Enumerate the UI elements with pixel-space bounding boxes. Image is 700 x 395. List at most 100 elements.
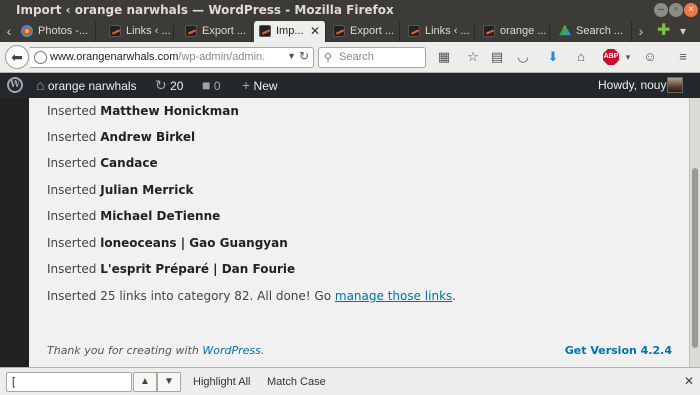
find-bar: [ ▲ ▼ Highlight All Match Case ✕ xyxy=(0,367,700,395)
site-name: orange narwhals xyxy=(47,79,137,93)
hamburger-menu-icon[interactable]: ≡ xyxy=(675,49,691,65)
tab-label: Export ... xyxy=(350,25,395,37)
pocket-icon[interactable]: ◡ xyxy=(515,49,531,65)
log-entry: Inserted Andrew Birkel xyxy=(47,130,196,144)
wordpress-link[interactable]: WordPress xyxy=(202,344,261,357)
downloads-icon[interactable]: ⬇ xyxy=(545,49,561,65)
tab-links[interactable]: Links ‹ ... xyxy=(104,21,174,42)
comments-count: 0 xyxy=(213,79,221,93)
bookmarks-grid-icon[interactable]: ▦ xyxy=(436,49,452,65)
new-content-link[interactable]: + New xyxy=(242,73,278,98)
drive-icon xyxy=(559,25,571,36)
entry-name: Andrew Birkel xyxy=(100,130,196,144)
reload-icon[interactable]: ↻ xyxy=(299,49,309,63)
plus-icon: + xyxy=(242,77,251,93)
url-text[interactable]: www.orangenarwhals.com/wp-admin/admin.ph… xyxy=(50,51,265,63)
tab-import-active[interactable]: Imp... ✕ xyxy=(254,21,326,42)
log-entry: Inserted Michael DeTienne xyxy=(47,209,221,223)
comments-link[interactable]: ■ 0 xyxy=(202,73,221,98)
tab-label: Links ‹ ... xyxy=(126,25,171,37)
window-titlebar: Import ‹ orange narwhals — WordPress - M… xyxy=(0,0,700,20)
navigation-toolbar: ⬅ www.orangenarwhals.com/wp-admin/admin.… xyxy=(0,42,700,73)
home-icon: ⌂ xyxy=(36,77,45,93)
wordpress-icon xyxy=(333,25,345,37)
log-entry: Inserted Matthew Honickman xyxy=(47,104,239,118)
search-bar[interactable]: ⚲ Search xyxy=(318,47,426,68)
entry-name: Matthew Honickman xyxy=(100,104,239,118)
maximize-button[interactable]: ▫ xyxy=(669,3,683,17)
tab-export-2[interactable]: Export ... xyxy=(328,21,400,42)
find-previous-button[interactable]: ▲ xyxy=(133,372,157,392)
comment-icon: ■ xyxy=(202,77,211,93)
chevron-up-icon: ▲ xyxy=(140,376,150,387)
admin-sidebar xyxy=(0,98,29,367)
scrollbar-thumb[interactable] xyxy=(692,168,698,348)
updates-link[interactable]: ↻ 20 xyxy=(155,73,183,98)
tab-export[interactable]: Export ... xyxy=(180,21,252,42)
find-input[interactable]: [ xyxy=(6,372,132,392)
find-next-button[interactable]: ▼ xyxy=(157,372,181,392)
avatar[interactable] xyxy=(667,77,683,93)
tab-photos[interactable]: Photos -... xyxy=(16,21,96,42)
updates-count: 20 xyxy=(170,79,184,93)
my-account-link[interactable]: Howdy, nouy xyxy=(598,73,666,98)
tab-orange[interactable]: orange ... xyxy=(478,21,550,42)
entry-name: loneoceans | Gao Guangyan xyxy=(100,236,288,250)
scroll-tabs-left-icon[interactable]: ‹ xyxy=(2,22,16,40)
home-icon[interactable]: ⌂ xyxy=(573,49,589,65)
adblock-plus-icon[interactable]: ABP xyxy=(603,49,619,65)
url-path: /wp-admin/admin.php?imp xyxy=(178,51,265,63)
minimize-button[interactable]: – xyxy=(654,3,668,17)
log-entry: Inserted L'esprit Préparé | Dan Fourie xyxy=(47,262,296,276)
tab-list-chevron-icon[interactable]: ▾ xyxy=(680,22,686,40)
highlight-all-toggle[interactable]: Highlight All xyxy=(193,376,250,388)
get-version-link[interactable]: Get Version 4.2.4 xyxy=(565,344,672,357)
chat-icon[interactable]: ☺ xyxy=(642,49,658,65)
tab-links-2[interactable]: Links ‹ ... xyxy=(403,21,475,42)
wordpress-icon xyxy=(109,25,121,37)
updates-icon: ↻ xyxy=(155,77,167,93)
tab-label: Imp... xyxy=(276,25,304,37)
entry-name: Julian Merrick xyxy=(100,183,194,197)
back-button[interactable]: ⬅ xyxy=(5,45,29,69)
log-entry: Inserted Julian Merrick xyxy=(47,183,194,197)
photos-icon xyxy=(21,25,33,37)
close-window-button[interactable]: × xyxy=(684,3,698,17)
scroll-tabs-right-icon[interactable]: › xyxy=(634,22,648,40)
page-scrollbar[interactable] xyxy=(689,98,700,367)
wordpress-icon xyxy=(483,25,495,37)
greeting: Howdy, nouy xyxy=(598,78,667,92)
match-case-toggle[interactable]: Match Case xyxy=(267,376,326,388)
site-name-link[interactable]: ⌂ orange narwhals xyxy=(36,73,137,98)
url-dropdown-icon[interactable]: ▼ xyxy=(287,51,296,61)
entry-name: L'esprit Préparé | Dan Fourie xyxy=(100,262,296,276)
wordpress-icon xyxy=(185,25,197,37)
bookmark-star-icon[interactable]: ☆ xyxy=(465,49,481,65)
wordpress-logo-icon[interactable]: W xyxy=(7,77,23,93)
reading-list-icon[interactable]: ▤ xyxy=(489,49,505,65)
window-title: Import ‹ orange narwhals — WordPress - M… xyxy=(16,3,394,17)
entry-name: Candace xyxy=(100,156,158,170)
new-label: New xyxy=(253,79,278,93)
tab-label: Photos -... xyxy=(38,25,89,37)
manage-links-link[interactable]: manage those links xyxy=(335,289,452,303)
close-icon[interactable]: ✕ xyxy=(684,374,694,388)
tab-strip: ‹ Photos -... Links ‹ ... Export ... Imp… xyxy=(0,20,700,42)
url-bar[interactable]: www.orangenarwhals.com/wp-admin/admin.ph… xyxy=(30,47,314,68)
import-summary: Inserted 25 links into category 82. All … xyxy=(47,289,457,303)
wordpress-icon xyxy=(259,25,271,37)
search-icon: ⚲ xyxy=(324,52,333,64)
tab-label: orange ... xyxy=(500,25,547,37)
tab-search[interactable]: Search ... xyxy=(554,21,632,42)
close-tab-icon[interactable]: ✕ xyxy=(310,21,320,42)
footer-thanks: Thank you for creating with WordPress. xyxy=(47,344,265,357)
log-entry: Inserted Candace xyxy=(47,156,158,170)
chevron-down-icon: ▼ xyxy=(164,376,174,387)
tab-label: Links ‹ ... xyxy=(425,25,470,37)
new-tab-plus-icon[interactable]: ✚ xyxy=(657,22,670,40)
search-placeholder: Search xyxy=(339,51,374,63)
adblock-dropdown-icon[interactable]: ▾ xyxy=(620,49,636,65)
entry-name: Michael DeTienne xyxy=(100,209,221,223)
url-host: www.orangenarwhals.com xyxy=(50,51,179,63)
log-entry: Inserted loneoceans | Gao Guangyan xyxy=(47,236,288,250)
